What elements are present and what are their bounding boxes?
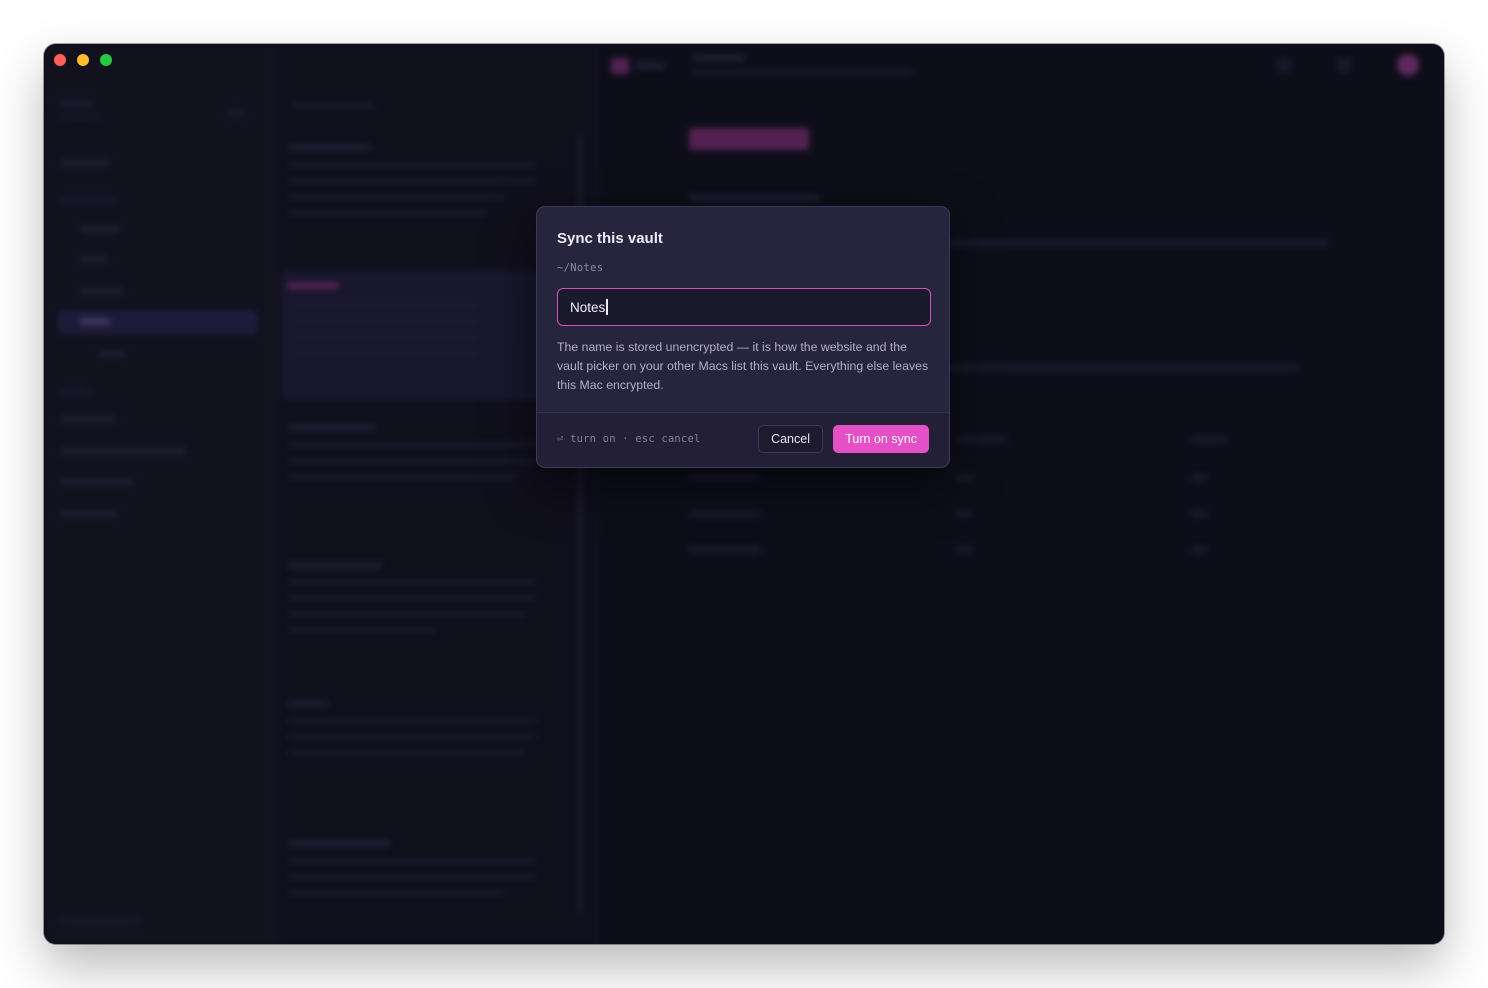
turn-on-sync-button[interactable]: Turn on sync <box>833 425 929 453</box>
return-key-icon: ⏎ <box>557 433 564 445</box>
minimize-window-button[interactable] <box>77 54 89 66</box>
close-window-button[interactable] <box>54 54 66 66</box>
help-text: The name is stored unencrypted — it is h… <box>557 340 929 392</box>
dialog-title: Sync this vault <box>557 230 663 247</box>
modal-scrim[interactable] <box>44 44 1444 944</box>
zoom-window-button[interactable] <box>100 54 112 66</box>
text-caret <box>606 299 608 315</box>
dialog-footer: ⏎ turn on · esc cancel Cancel Turn on sy… <box>537 412 949 467</box>
vault-name-value: Notes <box>570 299 606 315</box>
sync-vault-dialog: Sync this vault ~/Notes Notes The name i… <box>536 206 950 468</box>
app-window: Sync this vault ~/Notes Notes The name i… <box>44 44 1444 944</box>
vault-path: ~/Notes <box>557 262 604 274</box>
vault-name-input[interactable]: Notes <box>557 288 931 326</box>
keyboard-hint-text: turn on · esc cancel <box>570 433 701 445</box>
window-controls <box>54 54 112 66</box>
keyboard-hint: ⏎ turn on · esc cancel <box>557 433 701 445</box>
cancel-button[interactable]: Cancel <box>758 425 823 453</box>
